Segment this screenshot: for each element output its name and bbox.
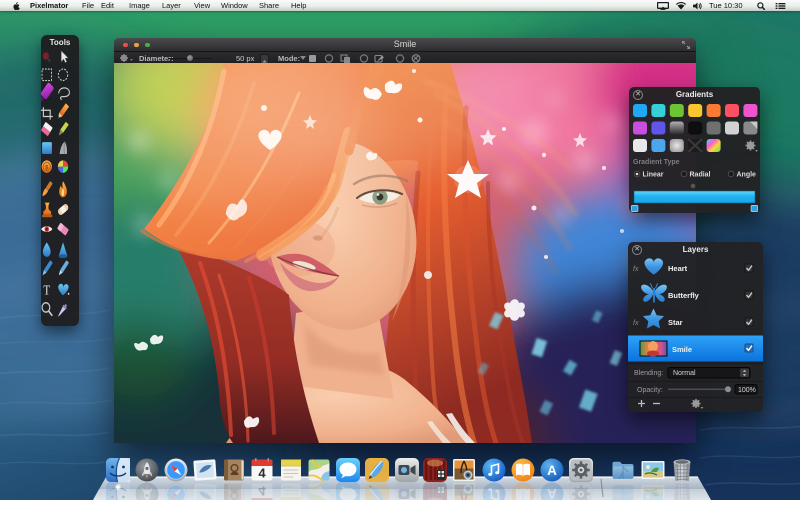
svg-text:Linear: Linear [643,172,664,179]
svg-text:Opacity:: Opacity: [637,387,663,394]
svg-text:Blending:: Blending: [634,370,663,377]
svg-text:Heart: Heart [668,264,688,273]
svg-text:Star: Star [668,318,683,327]
svg-text:fx: fx [633,320,639,327]
svg-text:T: T [43,282,50,297]
svg-text:Normal: Normal [673,370,696,377]
svg-text:Gradient Type: Gradient Type [633,159,680,166]
svg-text:A: A [547,463,557,478]
svg-text:Butterfly: Butterfly [668,291,700,300]
svg-text:4: 4 [258,466,266,481]
svg-text:Angle: Angle [737,172,757,179]
svg-text:Smile: Smile [672,345,692,354]
svg-text:Radial: Radial [690,172,711,179]
svg-text:fx: fx [633,266,639,273]
svg-text:$: $ [45,164,49,172]
svg-text:100%: 100% [738,387,756,394]
